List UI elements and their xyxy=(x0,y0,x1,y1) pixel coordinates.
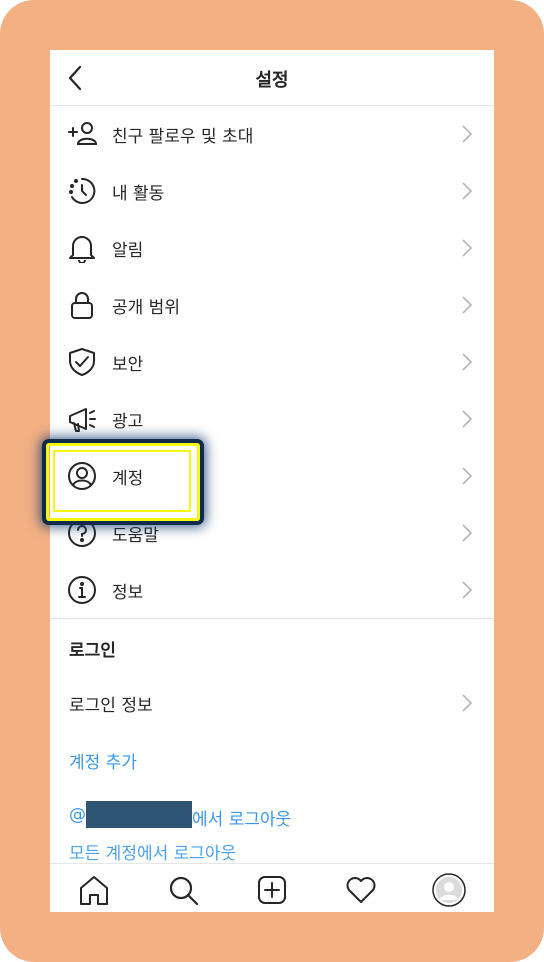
settings-item-about[interactable]: 정보 xyxy=(50,561,494,618)
chevron-right-icon xyxy=(462,581,472,599)
settings-item-notifications[interactable]: 알림 xyxy=(50,219,494,276)
page-title: 설정 xyxy=(255,70,289,91)
chevron-right-icon xyxy=(462,182,472,200)
settings-list: 친구 팔로우 및 초대 내 활동 알림 공개 범위 보안 광고 계정 도움말 정… xyxy=(50,105,494,864)
chevron-right-icon xyxy=(462,694,472,712)
chevron-right-icon xyxy=(462,524,472,542)
settings-screen: 설정 친구 팔로우 및 초대 내 활동 알림 공개 범위 보안 광고 계정 도움… xyxy=(50,50,494,912)
bottom-tab-bar xyxy=(50,863,494,912)
account-circle-icon xyxy=(67,461,97,491)
redacted-username xyxy=(86,801,192,828)
chevron-right-icon xyxy=(462,296,472,314)
settings-item-label: 보안 xyxy=(112,355,144,375)
settings-item-follow-invite[interactable]: 친구 팔로우 및 초대 xyxy=(50,105,494,162)
settings-item-label: 친구 팔로우 및 초대 xyxy=(112,127,254,147)
settings-item-label: 알림 xyxy=(112,241,144,261)
settings-item-label: 정보 xyxy=(112,583,144,603)
settings-item-ads[interactable]: 광고 xyxy=(50,390,494,447)
settings-item-account[interactable]: 계정 xyxy=(50,447,494,504)
logout-user-link[interactable]: @ 에서 로그아웃 모든 계정에서 로그아웃 xyxy=(50,788,494,864)
settings-item-label: 도움말 xyxy=(112,526,159,546)
add-account-label: 계정 추가 xyxy=(69,753,137,773)
lock-icon xyxy=(67,290,97,320)
settings-item-label: 공개 범위 xyxy=(112,298,180,318)
search-icon[interactable] xyxy=(166,873,200,907)
chevron-right-icon xyxy=(462,467,472,485)
add-account-link[interactable]: 계정 추가 xyxy=(50,731,494,788)
settings-item-label: 광고 xyxy=(112,412,144,432)
add-person-icon xyxy=(67,119,97,149)
login-section-header: 로그인 xyxy=(50,619,494,674)
login-info-item[interactable]: 로그인 정보 xyxy=(50,674,494,731)
logout-prefix: @ xyxy=(69,805,86,825)
logout-suffix: 에서 로그아웃 xyxy=(192,810,292,830)
shield-check-icon xyxy=(67,347,97,377)
chevron-right-icon xyxy=(462,125,472,143)
chevron-right-icon xyxy=(462,239,472,257)
help-circle-icon xyxy=(67,518,97,548)
section-title: 로그인 xyxy=(69,641,116,661)
settings-item-privacy[interactable]: 공개 범위 xyxy=(50,276,494,333)
chevron-right-icon xyxy=(462,353,472,371)
logout-all-link[interactable]: 모든 계정에서 로그아웃 xyxy=(69,839,236,864)
home-icon[interactable] xyxy=(77,873,111,907)
megaphone-icon xyxy=(67,404,97,434)
add-post-icon[interactable] xyxy=(255,873,289,907)
heart-icon[interactable] xyxy=(344,873,378,907)
info-circle-icon xyxy=(67,575,97,605)
login-info-label: 로그인 정보 xyxy=(69,696,153,716)
chevron-right-icon xyxy=(462,410,472,428)
settings-item-security[interactable]: 보안 xyxy=(50,333,494,390)
header-bar: 설정 xyxy=(50,50,494,106)
settings-item-label: 내 활동 xyxy=(112,184,165,204)
profile-avatar-icon[interactable] xyxy=(432,873,466,907)
settings-item-activity[interactable]: 내 활동 xyxy=(50,162,494,219)
bell-icon xyxy=(67,233,97,263)
activity-clock-icon xyxy=(67,176,97,206)
settings-item-help[interactable]: 도움말 xyxy=(50,504,494,561)
settings-item-label: 계정 xyxy=(112,469,144,489)
